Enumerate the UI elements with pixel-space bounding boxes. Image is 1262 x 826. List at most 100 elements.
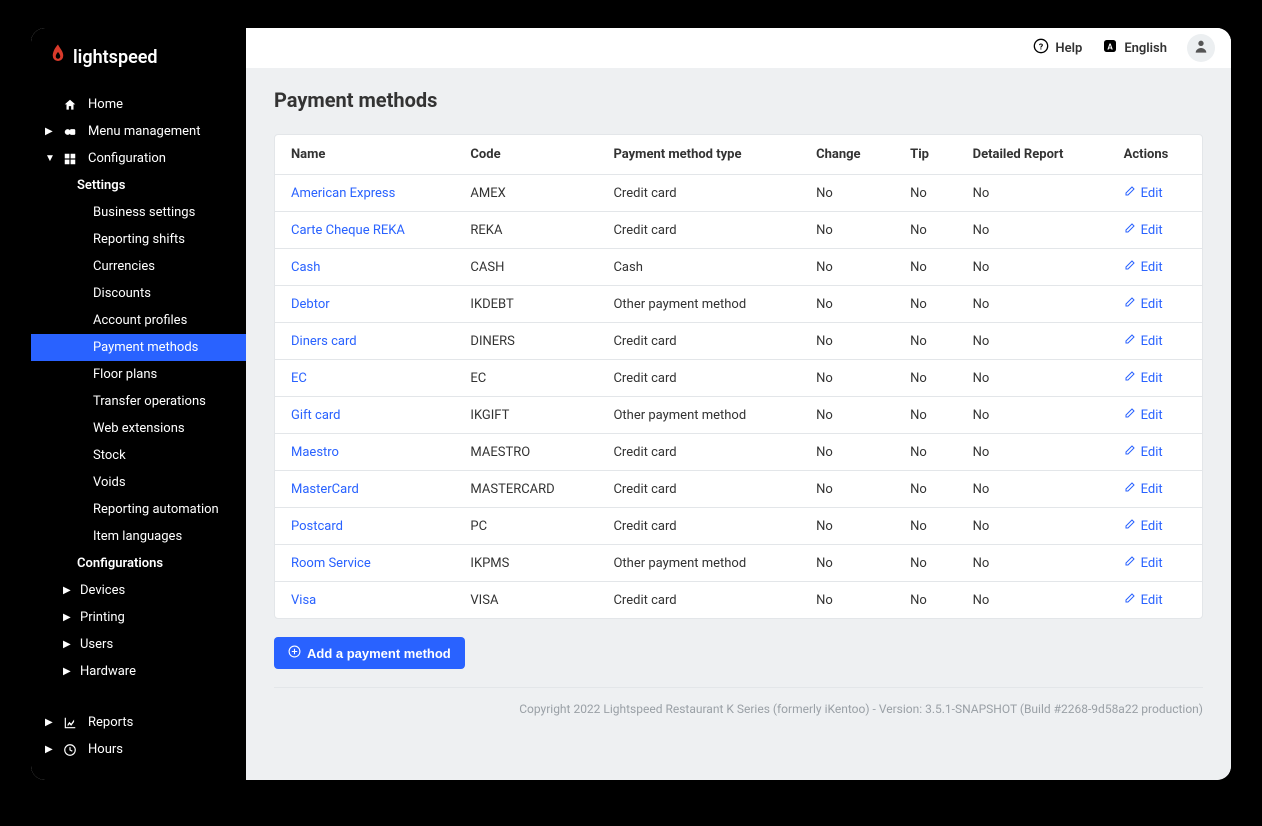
payment-method-link[interactable]: Room Service xyxy=(291,556,371,571)
sidebar-item-label: Stock xyxy=(93,448,234,463)
help-button[interactable]: ? Help xyxy=(1033,38,1082,58)
nav-home[interactable]: Home xyxy=(31,91,246,118)
col-detailed: Detailed Report xyxy=(957,135,1108,175)
help-icon: ? xyxy=(1033,38,1049,58)
payment-method-link[interactable]: Diners card xyxy=(291,334,357,349)
sidebar-item-web-extensions[interactable]: Web extensions xyxy=(31,415,246,442)
sidebar-item-label: Reporting automation xyxy=(93,502,234,517)
payment-method-link[interactable]: Debtor xyxy=(291,297,330,312)
footer-copyright: Copyright 2022 Lightspeed Restaurant K S… xyxy=(274,702,1203,716)
cell-detailed: No xyxy=(957,508,1108,545)
sidebar-item-label: Item languages xyxy=(93,529,234,544)
app-window: lightspeed Home ▶ Menu management ▼ xyxy=(31,28,1231,780)
payment-method-link[interactable]: Gift card xyxy=(291,408,341,423)
edit-button[interactable]: Edit xyxy=(1124,259,1163,275)
caret-right-icon: ▶ xyxy=(45,717,52,728)
sidebar-item-currencies[interactable]: Currencies xyxy=(31,253,246,280)
table-row: MasterCard MASTERCARD Credit card No No … xyxy=(275,471,1202,508)
edit-button[interactable]: Edit xyxy=(1124,518,1163,534)
payment-method-link[interactable]: Maestro xyxy=(291,445,339,460)
nav-hardware[interactable]: ▶ Hardware xyxy=(31,658,246,685)
payment-method-link[interactable]: EC xyxy=(291,371,307,386)
language-icon: A xyxy=(1102,38,1118,58)
add-payment-method-button[interactable]: Add a payment method xyxy=(274,637,465,669)
edit-button[interactable]: Edit xyxy=(1124,592,1163,608)
cell-tip: No xyxy=(894,434,957,471)
table-row: Gift card IKGIFT Other payment method No… xyxy=(275,397,1202,434)
edit-button[interactable]: Edit xyxy=(1124,407,1163,423)
cell-tip: No xyxy=(894,471,957,508)
cell-tip: No xyxy=(894,545,957,582)
edit-icon xyxy=(1124,518,1136,534)
edit-label: Edit xyxy=(1141,556,1163,571)
caret-right-icon: ▶ xyxy=(45,744,52,755)
payment-methods-table-card: Name Code Payment method type Change Tip… xyxy=(274,134,1203,619)
edit-button[interactable]: Edit xyxy=(1124,481,1163,497)
sidebar-item-payment-methods[interactable]: Payment methods xyxy=(31,334,246,361)
edit-button[interactable]: Edit xyxy=(1124,296,1163,312)
grid-icon xyxy=(62,152,78,166)
nav-printing[interactable]: ▶ Printing xyxy=(31,604,246,631)
sidebar-item-stock[interactable]: Stock xyxy=(31,442,246,469)
cell-tip: No xyxy=(894,582,957,619)
table-row: Visa VISA Credit card No No No Edit xyxy=(275,582,1202,619)
payment-method-link[interactable]: American Express xyxy=(291,186,395,201)
edit-label: Edit xyxy=(1141,593,1163,608)
sidebar-item-floor-plans[interactable]: Floor plans xyxy=(31,361,246,388)
nav-configuration[interactable]: ▼ Configuration xyxy=(31,145,246,172)
edit-button[interactable]: Edit xyxy=(1124,222,1163,238)
sidebar-item-reporting-automation[interactable]: Reporting automation xyxy=(31,496,246,523)
nav-settings[interactable]: Settings xyxy=(31,172,246,199)
sidebar-item-item-languages[interactable]: Item languages xyxy=(31,523,246,550)
cell-type: Credit card xyxy=(597,175,800,212)
nav-configurations[interactable]: Configurations xyxy=(31,550,246,577)
edit-button[interactable]: Edit xyxy=(1124,444,1163,460)
edit-label: Edit xyxy=(1141,186,1163,201)
caret-right-icon: ▶ xyxy=(63,612,70,623)
nav-hours[interactable]: ▶ Hours xyxy=(31,736,246,763)
cell-code: EC xyxy=(454,360,597,397)
cell-change: No xyxy=(800,397,894,434)
sidebar-item-business-settings[interactable]: Business settings xyxy=(31,199,246,226)
nav-menu-management[interactable]: ▶ Menu management xyxy=(31,118,246,145)
edit-icon xyxy=(1124,481,1136,497)
table-row: Maestro MAESTRO Credit card No No No Edi… xyxy=(275,434,1202,471)
avatar[interactable] xyxy=(1187,34,1215,62)
cell-change: No xyxy=(800,286,894,323)
payment-method-link[interactable]: MasterCard xyxy=(291,482,359,497)
cell-change: No xyxy=(800,249,894,286)
edit-button[interactable]: Edit xyxy=(1124,185,1163,201)
payment-method-link[interactable]: Cash xyxy=(291,260,320,275)
add-button-label: Add a payment method xyxy=(307,646,451,661)
cell-code: IKGIFT xyxy=(454,397,597,434)
edit-button[interactable]: Edit xyxy=(1124,555,1163,571)
sidebar-item-discounts[interactable]: Discounts xyxy=(31,280,246,307)
cell-type: Credit card xyxy=(597,582,800,619)
edit-label: Edit xyxy=(1141,260,1163,275)
nav-devices[interactable]: ▶ Devices xyxy=(31,577,246,604)
cell-tip: No xyxy=(894,249,957,286)
sidebar-item-reporting-shifts[interactable]: Reporting shifts xyxy=(31,226,246,253)
nav-users[interactable]: ▶ Users xyxy=(31,631,246,658)
clock-icon xyxy=(62,743,78,757)
cell-code: CASH xyxy=(454,249,597,286)
edit-button[interactable]: Edit xyxy=(1124,370,1163,386)
payment-method-link[interactable]: Postcard xyxy=(291,519,343,534)
sidebar-item-transfer-operations[interactable]: Transfer operations xyxy=(31,388,246,415)
home-icon xyxy=(62,98,78,112)
sidebar-item-account-profiles[interactable]: Account profiles xyxy=(31,307,246,334)
payment-method-link[interactable]: Carte Cheque REKA xyxy=(291,223,405,238)
nav-reports[interactable]: ▶ Reports xyxy=(31,709,246,736)
language-button[interactable]: A English xyxy=(1102,38,1167,58)
cell-code: IKPMS xyxy=(454,545,597,582)
svg-text:A: A xyxy=(1108,42,1114,51)
payment-method-link[interactable]: Visa xyxy=(291,593,316,608)
edit-label: Edit xyxy=(1141,334,1163,349)
cell-detailed: No xyxy=(957,212,1108,249)
cell-tip: No xyxy=(894,323,957,360)
sidebar-item-voids[interactable]: Voids xyxy=(31,469,246,496)
nav-label: Hardware xyxy=(80,664,234,679)
edit-button[interactable]: Edit xyxy=(1124,333,1163,349)
sidebar-item-label: Payment methods xyxy=(93,340,234,355)
nav-label: Configuration xyxy=(88,151,234,166)
